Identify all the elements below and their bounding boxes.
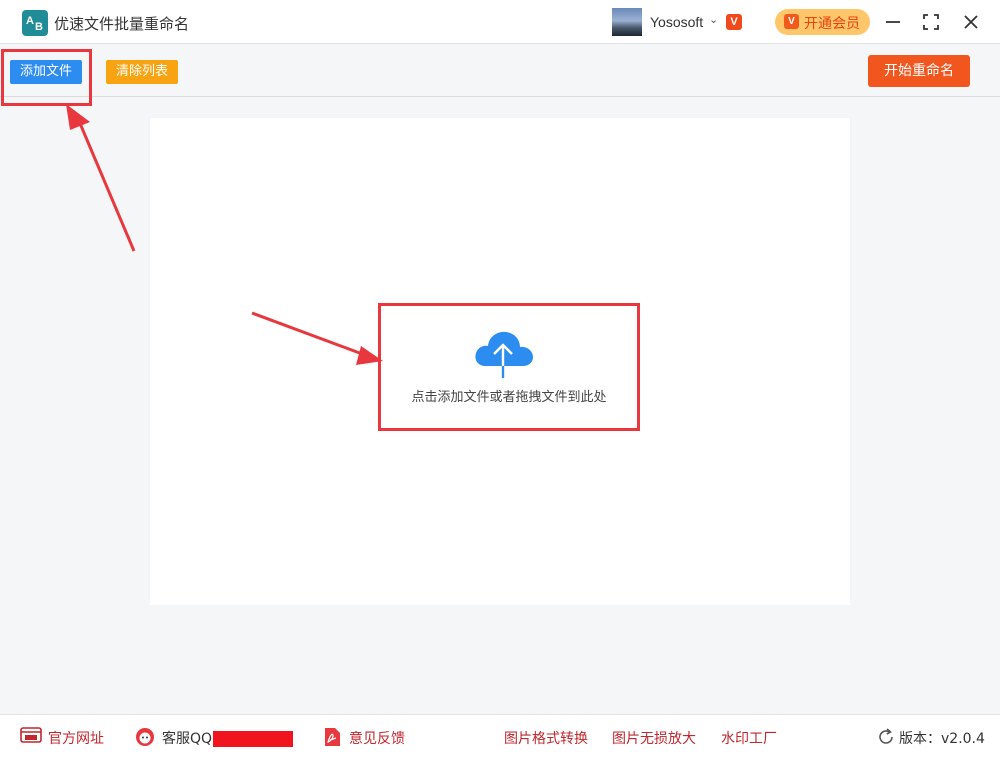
website-icon [20,727,42,743]
watermark-factory-link[interactable]: 水印工厂 [721,730,777,748]
toolbar: 添加文件 清除列表 开始重命名 [0,45,1000,97]
cloud-upload-icon [475,331,533,378]
title-bar: A B 优速文件批量重命名 Yososoft ⌄ V V 开通会员 [0,0,1000,44]
official-website-link[interactable]: 官方网址 [48,730,104,748]
app-logo-icon: A B [22,10,48,36]
feedback-link[interactable]: 意见反馈 [349,730,405,748]
app-title: 优速文件批量重命名 [54,15,190,33]
maximize-icon[interactable] [919,10,943,34]
user-name[interactable]: Yososoft [650,14,703,30]
close-icon[interactable] [959,10,983,34]
annotation-highlight-box [1,49,92,106]
refresh-icon[interactable] [877,728,895,746]
footer: 官方网址 客服QQ: 意见反馈 图片格式转换 图片无损放大 水印工厂 版本：v2… [0,714,1000,760]
clear-list-button[interactable]: 清除列表 [106,60,178,84]
user-avatar[interactable] [612,8,642,36]
service-qq-label: 客服QQ: [162,731,217,747]
image-lossless-enlarge-link[interactable]: 图片无损放大 [612,730,696,748]
vip-badge-icon: V [726,14,742,30]
vip-icon: V [784,14,799,29]
pdf-icon [325,728,340,746]
start-rename-button[interactable]: 开始重命名 [868,55,970,87]
annotation-arrow-to-add-button [66,104,136,252]
version-label: 版本：v2.0.4 [899,731,985,747]
file-list-panel[interactable]: 点击添加文件或者拖拽文件到此处 [150,118,850,605]
drop-zone[interactable]: 点击添加文件或者拖拽文件到此处 [378,303,640,431]
image-format-convert-link[interactable]: 图片格式转换 [504,730,588,748]
customer-service-icon [136,728,154,746]
drop-hint-text: 点击添加文件或者拖拽文件到此处 [411,390,607,405]
open-vip-button[interactable]: V 开通会员 [775,9,870,35]
redacted-qq-number [213,731,293,747]
open-vip-label: 开通会员 [804,16,860,32]
minimize-icon[interactable] [881,10,905,34]
chevron-down-icon[interactable]: ⌄ [709,13,718,26]
